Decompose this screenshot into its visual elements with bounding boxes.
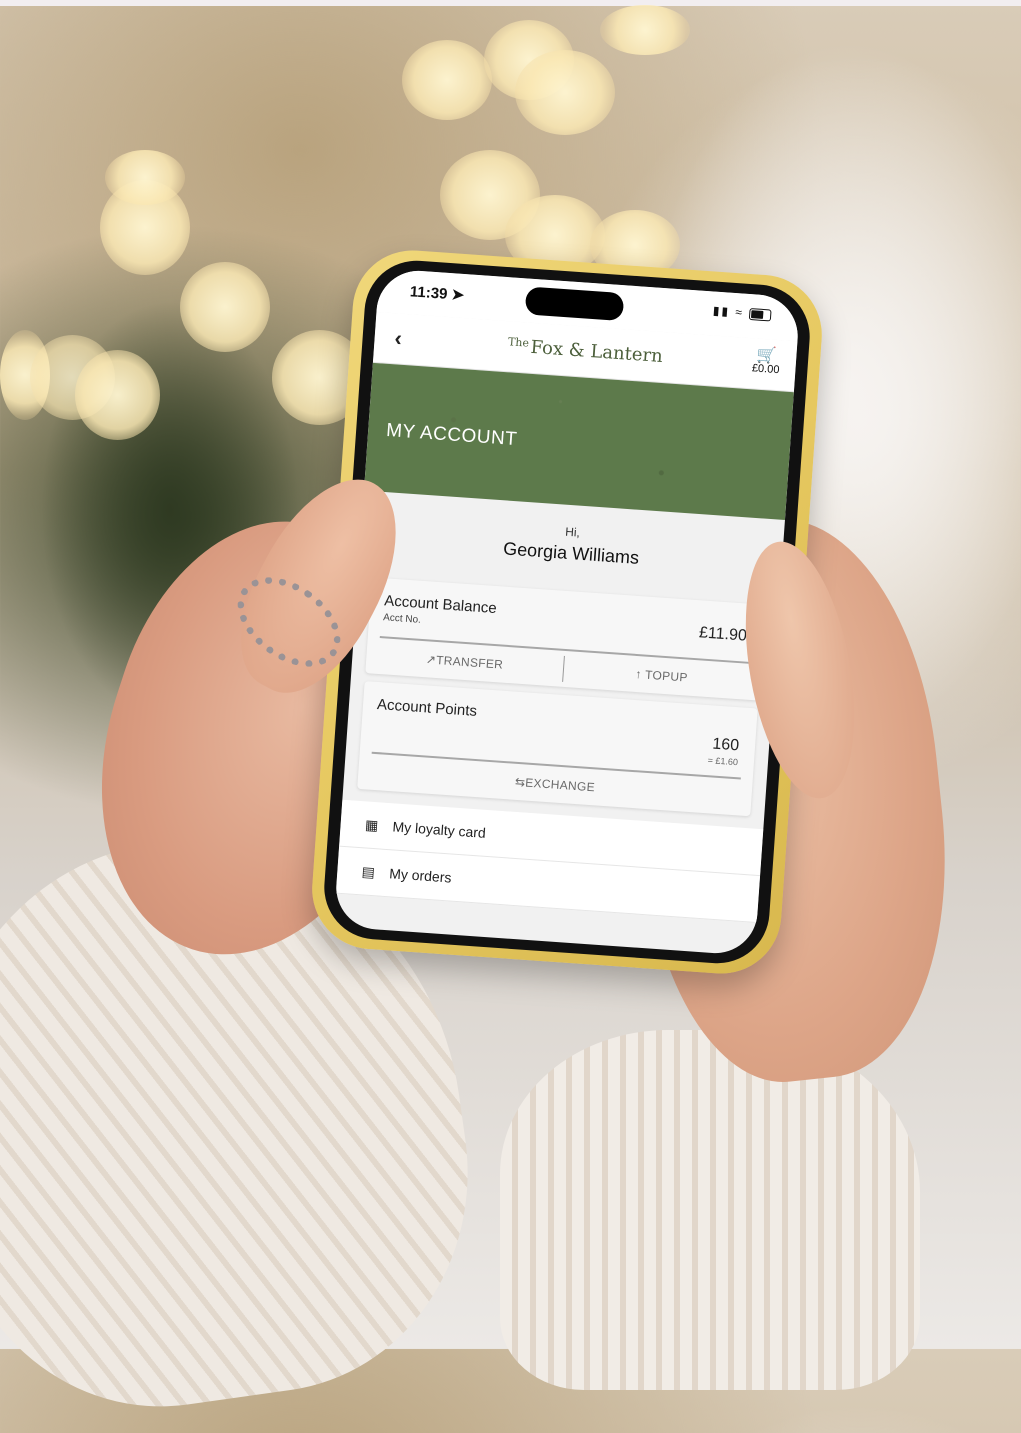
points-equivalent: = £1.60 xyxy=(707,755,739,768)
grid-icon: ▦ xyxy=(364,815,379,833)
basket-button[interactable]: 🛒 £0.00 xyxy=(751,344,781,377)
account-menu: ▦ My loyalty card ▤ My orders xyxy=(335,799,764,923)
dynamic-island xyxy=(524,286,625,322)
receipt-icon: ▤ xyxy=(361,862,376,880)
status-time: 11:39 ➤ xyxy=(409,283,465,305)
basket-amount: £0.00 xyxy=(751,362,780,377)
balance-value: £11.90 xyxy=(698,624,748,645)
menu-item-label: My loyalty card xyxy=(392,818,487,841)
bokeh-light xyxy=(515,50,615,135)
page-title: MY ACCOUNT xyxy=(385,419,518,451)
phone-screen: 11:39 ➤ ▮▮ ≈ ‹ TheFox & Lantern 🛒 £0.00 … xyxy=(333,268,801,956)
battery-icon xyxy=(748,307,772,322)
wifi-icon: ≈ xyxy=(734,305,745,320)
bokeh-light xyxy=(105,150,185,205)
points-title: Account Points xyxy=(376,695,478,720)
location-arrow-icon: ➤ xyxy=(450,286,465,305)
points-value: 160 xyxy=(711,735,740,755)
points-card: Account Points 160 = £1.60 ⇆EXCHANGE xyxy=(357,681,758,817)
account-number-label: Acct No. xyxy=(382,612,422,626)
topup-button[interactable]: ↑ TOPUP xyxy=(563,662,760,690)
status-icons: ▮▮ ≈ xyxy=(712,303,772,322)
bokeh-light xyxy=(180,262,270,352)
signal-icon: ▮▮ xyxy=(712,303,731,319)
top-strip xyxy=(0,0,1021,6)
balance-card: Account Balance Acct No. £11.90 ↗TRANSFE… xyxy=(365,577,765,701)
right-sleeve xyxy=(500,1030,920,1390)
menu-item-label: My orders xyxy=(388,865,452,886)
bokeh-light xyxy=(75,350,160,440)
transfer-button[interactable]: ↗TRANSFER xyxy=(366,648,563,676)
bokeh-light xyxy=(402,40,492,120)
bokeh-light xyxy=(600,5,690,55)
